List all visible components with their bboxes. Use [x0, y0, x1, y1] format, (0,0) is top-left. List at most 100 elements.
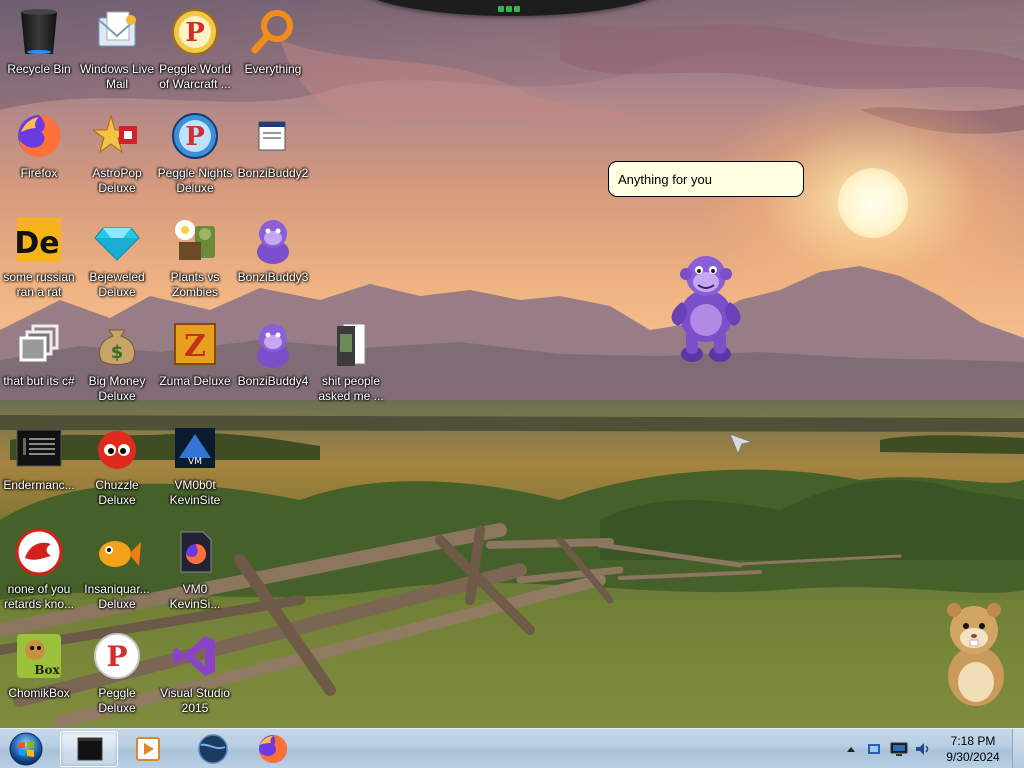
desktop-icon-insaniquarium[interactable]: Insaniquar... Deluxe — [78, 524, 156, 624]
terminal-icon — [77, 737, 103, 761]
svg-text:De: De — [15, 226, 60, 261]
desktop-icon-label: ChomikBox — [8, 686, 70, 700]
globe-icon — [198, 734, 228, 764]
peggle-nights-icon: P — [171, 112, 219, 160]
terminal-icon — [15, 424, 63, 472]
desktop-icon-label: Everything — [244, 62, 302, 76]
desktop-icon-label: that but its c# — [3, 374, 75, 388]
desktop-icon-label: Bejeweled Deluxe — [89, 270, 145, 299]
desktop-icon-shit-people-asked-me[interactable]: shit people asked me ... — [312, 316, 390, 416]
volume-icon[interactable] — [914, 741, 930, 757]
start-button[interactable] — [6, 731, 46, 767]
desktop-icon-label: VM0b0t KevinSite — [169, 478, 221, 507]
desktop-icon-none-of-you-retards-kno[interactable]: none of you retards kno... — [0, 524, 78, 624]
desktop-icon-big-money[interactable]: $ Big Money Deluxe — [78, 316, 156, 416]
astropop-icon — [91, 112, 141, 160]
desktop-icon-bonzibuddy4[interactable]: BonziBuddy4 — [234, 316, 312, 416]
taskbar-app-globe[interactable] — [184, 731, 242, 767]
desktop-icon-label: Peggle Nights Deluxe — [157, 166, 233, 195]
desktop-icon-recycle-bin[interactable]: Recycle Bin — [0, 4, 78, 104]
desktop-icon-peggle-wow[interactable]: P Peggle World of Warcraft ... — [156, 4, 234, 104]
money-bag-icon: $ — [93, 320, 141, 368]
desktop-hamster-pet[interactable] — [940, 596, 1010, 708]
desktop-icon-zuma[interactable]: Z Zuma Deluxe — [156, 316, 234, 416]
desktop-icon-label: VM0 KevinSi... — [169, 582, 221, 611]
vm-logo-icon: VM — [171, 424, 219, 472]
goldfish-icon — [93, 528, 141, 576]
svg-text:$: $ — [111, 342, 124, 363]
desktop-icon-label: Insaniquar... Deluxe — [84, 582, 150, 611]
firefox-file-icon — [171, 528, 219, 576]
desktop-icon-label: some russian ran a rat — [3, 270, 75, 299]
chuzzle-icon — [93, 424, 141, 472]
svg-text:Box: Box — [34, 663, 60, 677]
taskbar-app-media-player[interactable] — [120, 731, 178, 767]
desktop-icon-label: Peggle World of Warcraft ... — [159, 62, 231, 91]
show-hidden-icons-arrow[interactable] — [846, 745, 856, 753]
desktop-icon-label: BonziBuddy3 — [237, 270, 309, 284]
svg-text:P: P — [185, 122, 205, 152]
svg-text:VM: VM — [188, 457, 202, 467]
taskbar-clock[interactable]: 7:18 PM 9/30/2024 — [938, 733, 1008, 765]
desktop-icon-peggle-nights[interactable]: P Peggle Nights Deluxe — [156, 108, 234, 208]
desktop-icon-chuzzle[interactable]: Chuzzle Deluxe — [78, 420, 156, 520]
desktop-icon-label: Endermanc... — [3, 478, 75, 492]
desktop-icon-label: Zuma Deluxe — [159, 374, 231, 388]
desktop-icon-label: none of you retards kno... — [3, 582, 75, 611]
desktop-icon-endermanc[interactable]: Endermanc... — [0, 420, 78, 520]
desktop-icon-everything[interactable]: Everything — [234, 4, 312, 104]
desktop-icon-firefox[interactable]: Firefox — [0, 108, 78, 208]
desktop-icon-label: BonziBuddy4 — [237, 374, 309, 388]
chomikbox-icon: Box — [15, 632, 63, 680]
svg-text:Z: Z — [184, 329, 206, 364]
peggle-icon: P — [93, 632, 141, 680]
show-desktop-button[interactable] — [1012, 729, 1024, 768]
clock-time: 7:18 PM — [950, 734, 996, 748]
de-compiler-icon: De — [14, 216, 63, 264]
desktop-icon-label: Firefox — [20, 166, 58, 180]
taskbar: 7:18 PM 9/30/2024 — [0, 728, 1024, 768]
desktop-icon-label: Peggle Deluxe — [98, 686, 136, 715]
network-monitor-icon[interactable] — [890, 741, 908, 757]
desktop-icon-peggle-deluxe[interactable]: P Peggle Deluxe — [78, 628, 156, 728]
desktop-icon-label: BonziBuddy2 — [237, 166, 309, 180]
system-tray: 7:18 PM 9/30/2024 — [842, 729, 1024, 768]
indicator-light — [506, 6, 512, 12]
firefox-icon — [259, 735, 287, 763]
indicator-light — [498, 6, 504, 12]
speech-text: Anything for you — [618, 172, 712, 187]
desktop-icon-vm0-kevinsi[interactable]: VM0 KevinSi... — [156, 524, 234, 624]
tray-app-icon[interactable] — [866, 741, 882, 757]
desktop-icon-label: Plants vs Zombies — [170, 270, 220, 299]
desktop-icon-bonzibuddy3[interactable]: BonziBuddy3 — [234, 212, 312, 312]
desktop-icon-windows-live-mail[interactable]: Windows Live Mail — [78, 4, 156, 104]
plants-vs-zombies-icon — [171, 216, 219, 264]
desktop-icon-label: Recycle Bin — [7, 62, 71, 76]
taskbar-app-firefox[interactable] — [244, 731, 302, 767]
cursor-arrow-icon — [729, 433, 754, 456]
stacked-windows-icon — [15, 320, 63, 368]
desktop-icon-chomikbox[interactable]: Box ChomikBox — [0, 628, 78, 728]
zuma-icon: Z — [171, 320, 219, 368]
desktop-icon-bejeweled[interactable]: Bejeweled Deluxe — [78, 212, 156, 312]
folder-icon — [327, 320, 375, 368]
dinosaur-app-icon — [15, 528, 63, 576]
desktop-icon-astropop[interactable]: AstroPop Deluxe — [78, 108, 156, 208]
bonzibuddy-character[interactable] — [664, 250, 748, 366]
application-window-icon — [249, 112, 297, 160]
desktop-icon-label: AstroPop Deluxe — [92, 166, 142, 195]
desktop-icon-some-russian-ran-a-rat[interactable]: De some russian ran a rat — [0, 212, 78, 312]
peggle-icon: P — [171, 8, 219, 56]
desktop-icon-vm0b0t-kevinsite[interactable]: VM VM0b0t KevinSite — [156, 420, 234, 520]
desktop-icon-that-but-its-csharp[interactable]: that but its c# — [0, 316, 78, 416]
speech-bubble: Anything for you — [608, 161, 804, 197]
media-player-icon — [136, 737, 160, 761]
desktop-icon-bonzibuddy2[interactable]: BonziBuddy2 — [234, 108, 312, 208]
firefox-icon — [15, 112, 63, 160]
bonzi-gorilla-icon — [249, 216, 297, 264]
desktop-icon-plants-vs-zombies[interactable]: Plants vs Zombies — [156, 212, 234, 312]
desktop-icon-label: Big Money Deluxe — [88, 374, 146, 403]
taskbar-app-terminal[interactable] — [60, 731, 118, 767]
svg-text:P: P — [185, 18, 205, 48]
desktop-icon-visual-studio-2015[interactable]: Visual Studio 2015 — [156, 628, 234, 728]
